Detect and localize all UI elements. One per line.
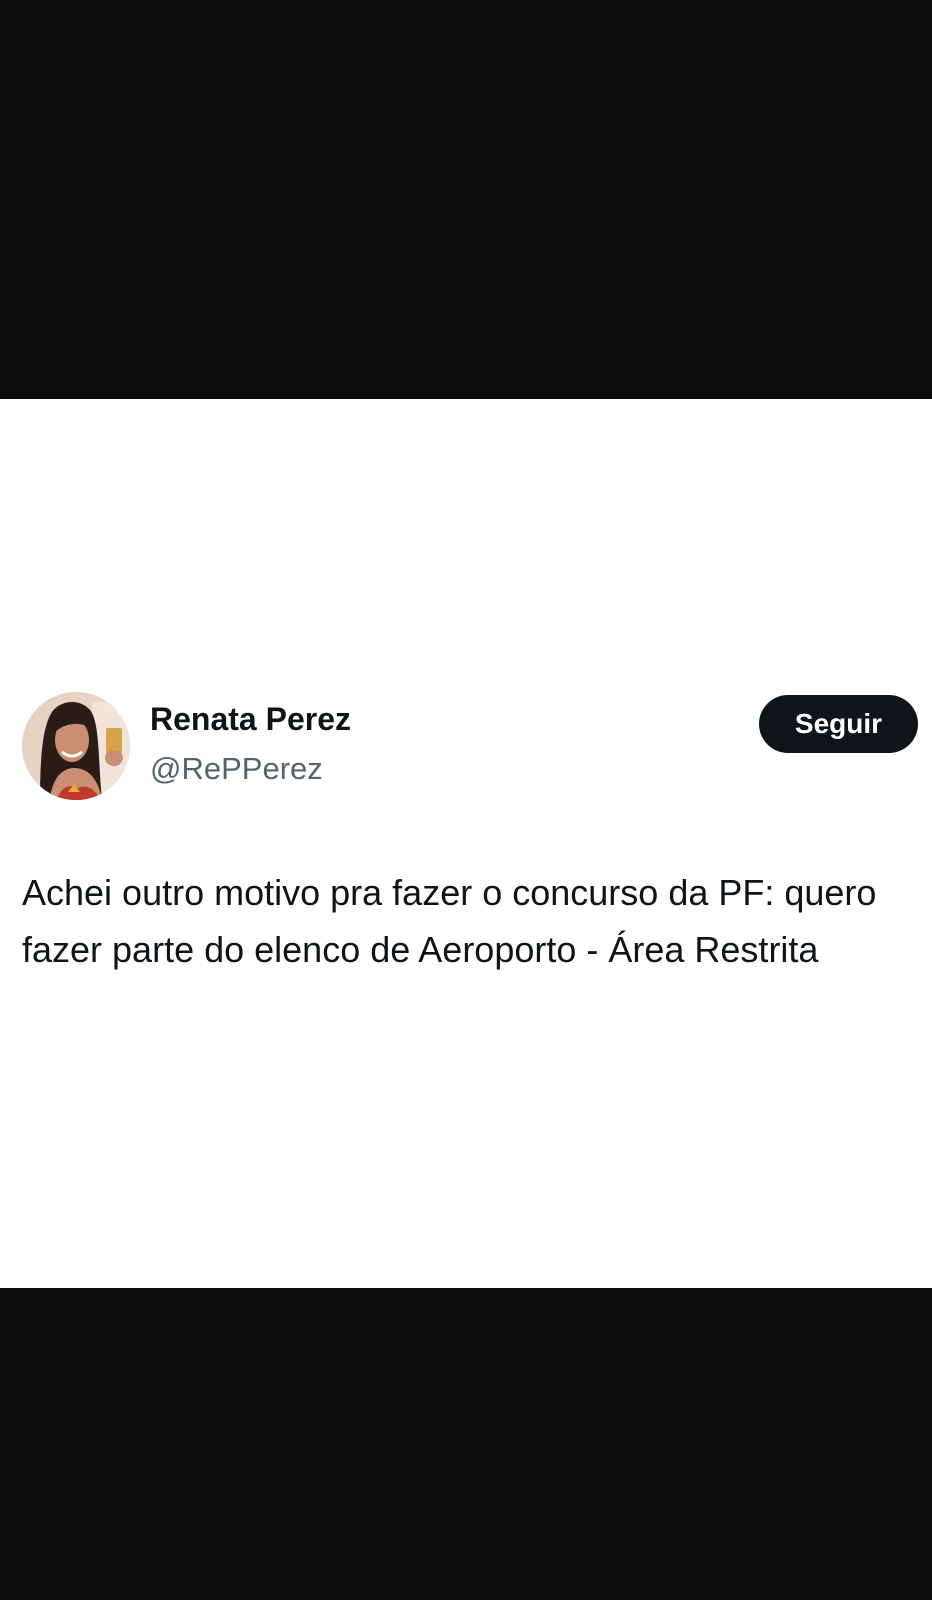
author-handle[interactable]: @RePPerez: [150, 749, 323, 789]
top-black-bar: [0, 0, 932, 399]
follow-button[interactable]: Seguir: [759, 695, 918, 753]
bottom-black-bar: [0, 1288, 932, 1600]
avatar[interactable]: [22, 692, 130, 800]
avatar-photo-icon: [22, 692, 130, 800]
author-name[interactable]: Renata Perez: [150, 699, 351, 739]
tweet-card: Renata Perez @RePPerez Seguir Achei outr…: [0, 399, 932, 1288]
tweet-text: Achei outro motivo pra fazer o concurso …: [22, 872, 877, 970]
